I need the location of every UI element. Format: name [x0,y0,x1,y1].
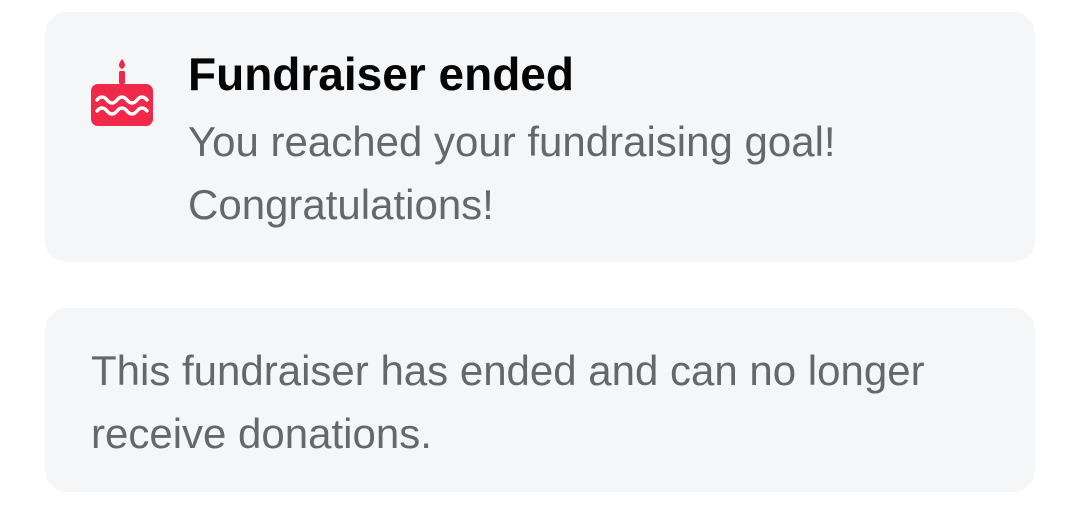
fundraiser-closed-notice: This fundraiser has ended and can no lon… [45,308,1035,492]
fundraiser-status-title: Fundraiser ended [188,48,574,100]
fundraiser-ended-card: Fundraiser ended You reached your fundra… [45,12,1035,262]
birthday-cake-icon [89,58,155,128]
fundraiser-status-message: You reached your fundraising goal! Congr… [188,118,836,228]
closed-notice-text: This fundraiser has ended and can no lon… [91,347,925,457]
